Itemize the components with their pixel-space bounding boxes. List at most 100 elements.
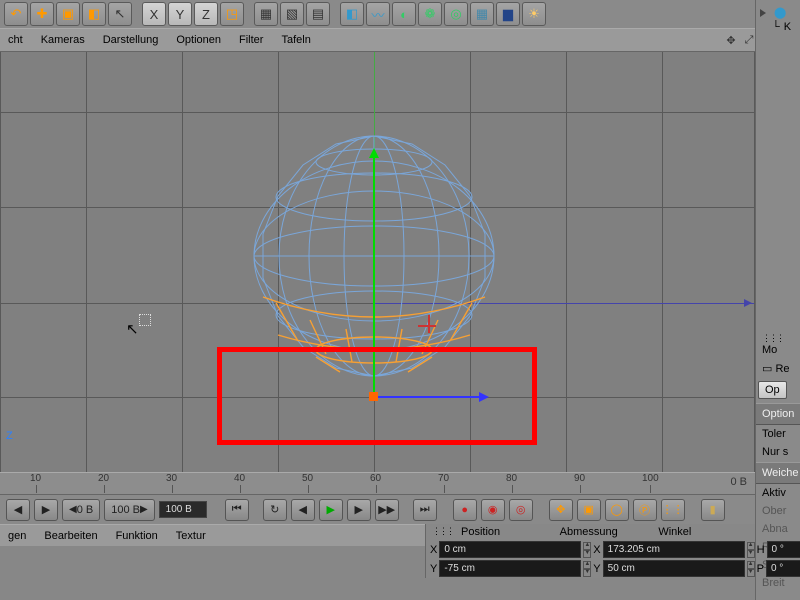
tick-100: 100 <box>642 473 659 484</box>
p-angle-input[interactable] <box>766 560 800 577</box>
menu-darstellung[interactable]: Darstellung <box>103 34 159 46</box>
undo-button[interactable]: ↶ <box>4 2 28 26</box>
menu-textur[interactable]: Textur <box>176 530 206 542</box>
deformer-button[interactable]: ◎ <box>444 2 468 26</box>
arrow-tool[interactable]: ↖ <box>108 2 132 26</box>
drag-handle-icon[interactable]: ⋮⋮⋮ <box>432 526 453 538</box>
options-button[interactable]: Op <box>758 381 787 399</box>
active-label: Aktiv <box>756 484 800 502</box>
loop-button[interactable]: ↻ <box>263 499 287 521</box>
tool-rect-select[interactable]: ▭ Re <box>756 359 800 378</box>
soft-section-header: Weiche <box>756 462 800 484</box>
menu-kameras[interactable]: Kameras <box>41 34 85 46</box>
object-tree-child[interactable]: └K <box>760 21 796 33</box>
options-section-header: Option <box>756 403 800 425</box>
tick-70: 70 <box>438 473 449 484</box>
move-view-icon[interactable]: ✥ <box>724 33 738 47</box>
goto-end-frame-button[interactable]: ▶▶ <box>375 499 399 521</box>
axis-z-label: Z <box>6 430 13 442</box>
spinner-up[interactable]: ▲ <box>583 542 591 550</box>
tick-40: 40 <box>234 473 245 484</box>
start-frame-field[interactable]: ◀ 0 B <box>62 499 100 521</box>
x-position-input[interactable] <box>439 541 581 558</box>
goto-end-button[interactable]: ⏭ <box>413 499 437 521</box>
live-select-button[interactable]: ◧ <box>82 2 106 26</box>
array-button[interactable]: ❁ <box>418 2 442 26</box>
menu-funktion[interactable]: Funktion <box>116 530 158 542</box>
world-z-arrow <box>744 299 755 307</box>
y-position-input[interactable] <box>439 560 581 577</box>
spinner-down[interactable]: ▼ <box>583 550 591 558</box>
play-button[interactable]: ▶ <box>319 499 343 521</box>
tick-60: 60 <box>370 473 381 484</box>
only-select-label: Nur s <box>756 443 800 461</box>
nurbs-button[interactable]: ◐ <box>392 2 416 26</box>
selection-highlight-box <box>217 347 537 445</box>
menu-filter[interactable]: Filter <box>239 34 263 46</box>
tick-10: 10 <box>30 473 41 484</box>
environment-button[interactable]: ▦ <box>470 2 494 26</box>
zoom-view-icon[interactable]: ⤢ <box>742 33 756 47</box>
film-button[interactable]: ▮ <box>701 499 725 521</box>
frame-right-label: 0 B <box>730 476 747 488</box>
coordinates-panel: ⋮⋮⋮ Position Abmessung Winkel X ▲▼ X ▲▼ … <box>425 524 755 578</box>
position-header: Position <box>461 526 552 538</box>
cube-primitive-button[interactable]: ◧ <box>340 2 364 26</box>
add-button[interactable]: ✚ <box>30 2 54 26</box>
y-label: Y <box>430 563 437 575</box>
coord-system-button[interactable]: ◳ <box>220 2 244 26</box>
main-toolbar: ↶ ✚ ▣ ◧ ↖ X Y Z ◳ ▦ ▧ ▤ ◧ 〰 ◐ ❁ ◎ ▦ ▆ ☀ <box>0 0 800 28</box>
y-size-input[interactable] <box>603 560 745 577</box>
y-axis-toggle[interactable]: Y <box>168 2 192 26</box>
surface-label: Ober <box>756 502 800 520</box>
pos-key-button[interactable]: ✥ <box>549 499 573 521</box>
viewport-menu-bar: cht Kameras Darstellung Optionen Filter … <box>0 28 800 52</box>
paste-button[interactable]: ▣ <box>56 2 80 26</box>
transport-bar: ◀ ▶ ◀ 0 B 100 B ▶ ⏮ ↻ ◀ ▶ ▶ ▶▶ ⏭ ● ◉ ◎ ✥… <box>0 494 755 524</box>
goto-start-button[interactable]: ⏮ <box>225 499 249 521</box>
spline-button[interactable]: 〰 <box>366 2 390 26</box>
viewport[interactable]: Z <box>0 52 755 472</box>
render-button[interactable]: ▦ <box>254 2 278 26</box>
menu-erzeugen[interactable]: gen <box>8 530 26 542</box>
right-panel: ⬤ └K ⋮⋮⋮ Mo ▭ Re Op Option Toler Nur s W… <box>755 0 800 600</box>
tick-90: 90 <box>574 473 585 484</box>
next-chunk-button[interactable]: ▶ <box>34 499 58 521</box>
timeline-ruler[interactable]: 10 20 30 40 50 60 70 80 90 100 0 B <box>0 472 755 494</box>
mode-label: ⋮⋮⋮ Mo <box>756 329 800 359</box>
tick-20: 20 <box>98 473 109 484</box>
z-axis-toggle[interactable]: Z <box>194 2 218 26</box>
marquee-selection <box>139 314 151 326</box>
expand-icon[interactable] <box>760 9 770 17</box>
keyframe-button[interactable]: ◎ <box>509 499 533 521</box>
current-frame-input[interactable] <box>159 501 207 518</box>
autokey-button[interactable]: ◉ <box>481 499 505 521</box>
prev-chunk-button[interactable]: ◀ <box>6 499 30 521</box>
falloff-label: Abna <box>756 520 800 538</box>
scale-key-button[interactable]: ▣ <box>577 499 601 521</box>
param-key-button[interactable]: Ⓟ <box>633 499 657 521</box>
end-frame-field[interactable]: 100 B ▶ <box>104 499 154 521</box>
step-fwd-button[interactable]: ▶ <box>347 499 371 521</box>
light-button[interactable]: ☀ <box>522 2 546 26</box>
pla-key-button[interactable]: ⋮⋮ <box>661 499 685 521</box>
cursor-icon: ↖ <box>126 320 139 338</box>
x-axis-toggle[interactable]: X <box>142 2 166 26</box>
menu-ansicht[interactable]: cht <box>8 34 23 46</box>
rot-key-button[interactable]: ◯ <box>605 499 629 521</box>
x-size-input[interactable] <box>603 541 745 558</box>
tolerance-label: Toler <box>756 425 800 443</box>
h-angle-input[interactable] <box>767 541 800 558</box>
render-region-button[interactable]: ▧ <box>280 2 304 26</box>
angle-header: Winkel <box>658 526 749 538</box>
step-back-button[interactable]: ◀ <box>291 499 315 521</box>
record-button[interactable]: ● <box>453 499 477 521</box>
size-header: Abmessung <box>560 526 651 538</box>
menu-optionen[interactable]: Optionen <box>176 34 221 46</box>
tick-80: 80 <box>506 473 517 484</box>
render-settings-button[interactable]: ▤ <box>306 2 330 26</box>
object-tree-item[interactable]: ⬤ <box>760 6 796 19</box>
camera-button[interactable]: ▆ <box>496 2 520 26</box>
menu-bearbeiten[interactable]: Bearbeiten <box>44 530 97 542</box>
menu-tafeln[interactable]: Tafeln <box>281 34 310 46</box>
